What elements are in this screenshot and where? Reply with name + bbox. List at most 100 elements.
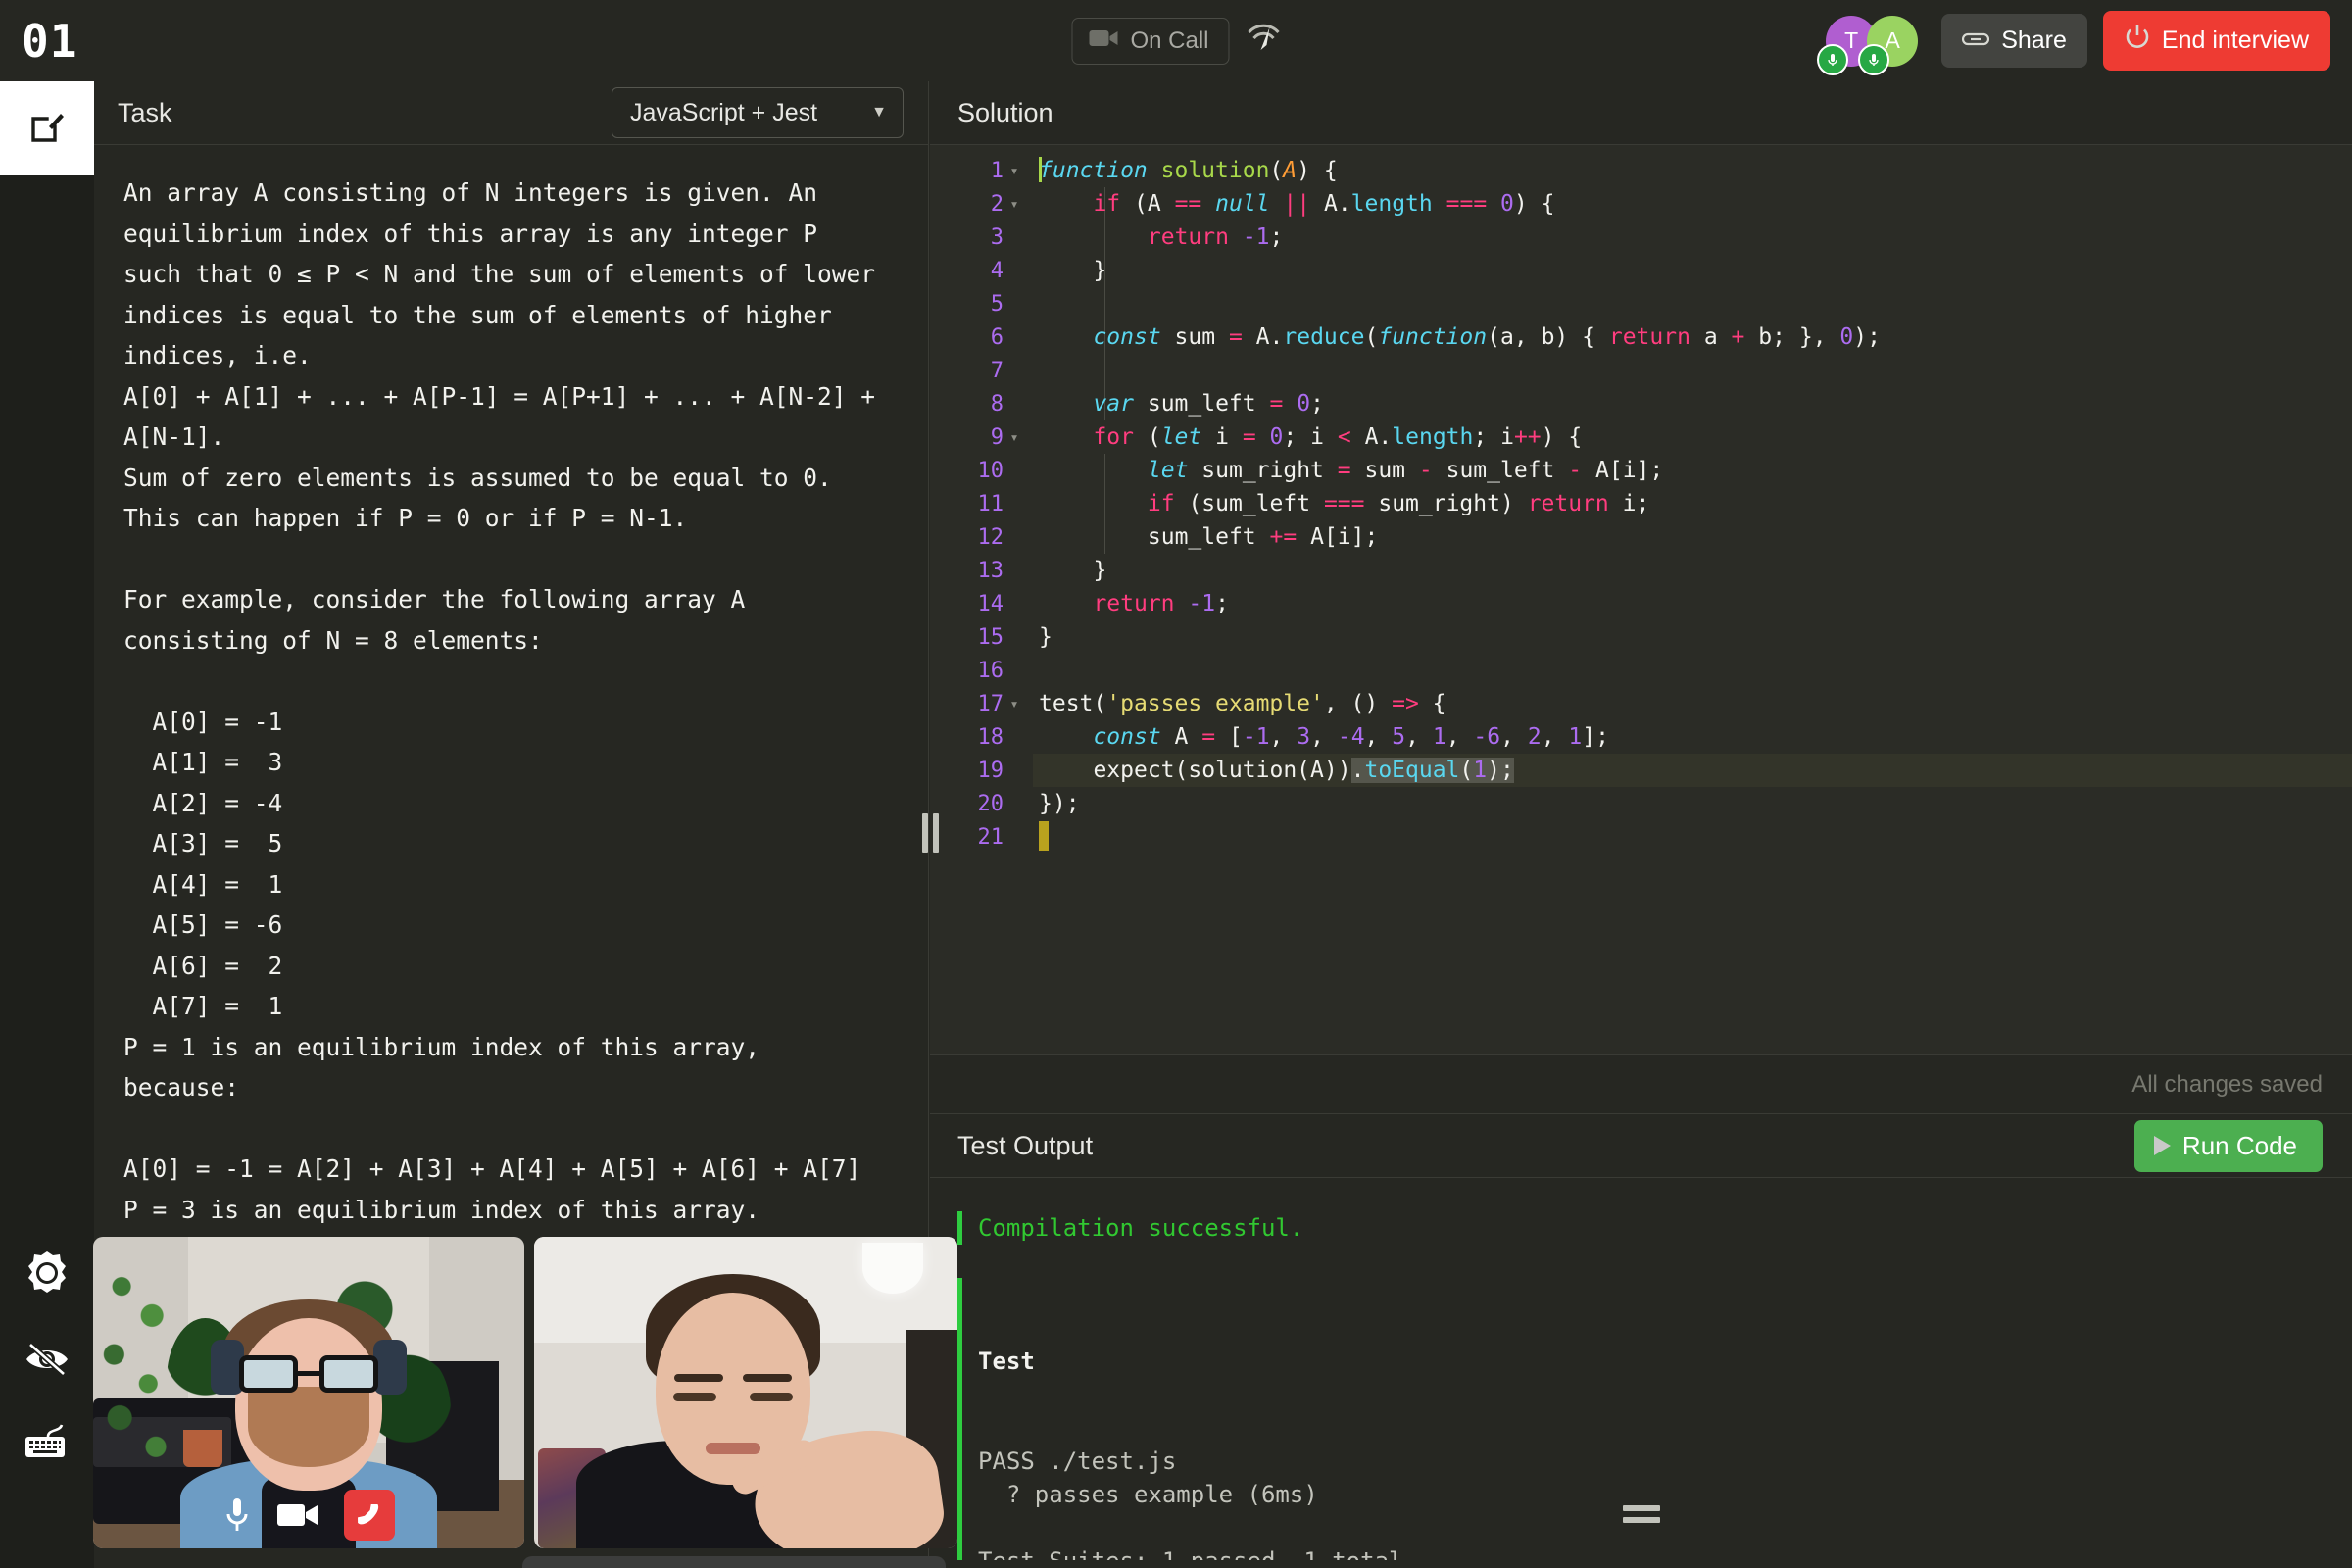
code-line[interactable]: const A = [-1, 3, -4, 5, 1, -6, 2, 1]; <box>1033 720 2352 754</box>
run-code-label: Run Code <box>2181 1130 2297 1160</box>
code-line[interactable]: return -1; <box>1033 587 2352 620</box>
task-line: A[5] = -6 <box>123 910 283 939</box>
network-signal-icon <box>1248 24 1281 58</box>
camera-icon[interactable] <box>277 1501 318 1529</box>
on-call-button[interactable]: On Call <box>1071 17 1230 65</box>
code-line[interactable]: var sum_left = 0; <box>1033 387 2352 420</box>
language-select[interactable]: JavaScript + Jest ▼ <box>612 87 904 138</box>
avatar[interactable]: A <box>1858 15 1919 75</box>
eye-off-icon[interactable] <box>24 1343 70 1376</box>
save-status-bar: All changes saved <box>930 1054 2352 1113</box>
keyboard-icon[interactable] <box>23 1423 72 1460</box>
left-rail <box>0 81 94 1568</box>
task-line: A[3] = 5 <box>123 829 283 858</box>
code-line[interactable]: function solution(A) { <box>1033 154 2352 187</box>
task-title: Task <box>118 97 172 127</box>
code-line[interactable] <box>1033 287 2352 320</box>
end-interview-button[interactable]: End interview <box>2102 11 2330 71</box>
test-output-title: Test Output <box>957 1130 1094 1160</box>
line-number: 1 ▾ <box>930 154 1033 187</box>
avatar-initial: T <box>1844 27 1859 53</box>
line-number-gutter: 1▾2▾ 3▾ 4▾ 5▾ 6▾ 7▾ 8▾ 9▾ 10▾ 11▾ 12▾ 13▾ 14▾ 15▾ 16▾ 1… <box>930 145 1033 1054</box>
video-tiles <box>93 1237 957 1548</box>
line-number: 5▾ <box>990 291 1004 317</box>
code-editor[interactable]: 1▾2▾ 3▾ 4▾ 5▾ 6▾ 7▾ 8▾ 9▾ 10▾ 11▾ 12▾ 13▾ 14▾ 15▾ 16▾ 1… <box>930 145 2352 1054</box>
test-output-body: Compilation successful. Test PASS ./test… <box>930 1178 2352 1560</box>
task-line <box>123 539 899 580</box>
solution-header: Solution <box>930 81 2352 145</box>
task-line: A[2] = -4 <box>123 788 283 817</box>
code-line[interactable]: return -1; <box>1033 220 2352 254</box>
task-header: Task JavaScript + Jest ▼ <box>94 81 928 145</box>
code-line[interactable]: sum_left += A[i]; <box>1033 520 2352 554</box>
code-line[interactable]: } <box>1033 254 2352 287</box>
code-line[interactable]: if (A == null || A.length === 0) { <box>1033 187 2352 220</box>
task-line: P = 3 is an equilibrium index of this ar… <box>123 1195 760 1224</box>
share-button[interactable]: Share <box>1941 14 2087 68</box>
line-number: 9 ▾ <box>930 420 1033 454</box>
code-line[interactable]: for (let i = 0; i < A.length; i++) { <box>1033 420 2352 454</box>
solution-side: Solution 1▾2▾3▾4▾5▾6▾7▾8▾9▾10▾11▾12▾13▾1… <box>930 81 2352 1568</box>
gear-icon[interactable] <box>24 1250 70 1296</box>
sidebar-item-edit-task[interactable] <box>0 81 94 175</box>
interview-app: 01 On Call T A Share End interview Task … <box>0 0 2352 1568</box>
test-result-lines: PASS ./test.js ? passes example (6ms) Te… <box>978 1445 2352 1560</box>
video-controls <box>93 1490 524 1541</box>
hangup-button[interactable] <box>344 1490 395 1541</box>
code-line[interactable]: if (sum_left === sum_right) return i; <box>1033 487 2352 520</box>
task-line: A[1] = 3 <box>123 748 283 776</box>
microphone-icon[interactable] <box>222 1494 252 1536</box>
code-line[interactable]: } <box>1033 554 2352 587</box>
fold-arrow-icon[interactable]: ▾ <box>1004 428 1025 446</box>
task-line: A[N-1]. <box>123 422 225 451</box>
task-line: A[6] = 2 <box>123 951 283 980</box>
power-icon <box>2125 24 2150 58</box>
code-line[interactable]: }); <box>1033 787 2352 820</box>
solution-title: Solution <box>957 97 1054 127</box>
line-number: 10▾ <box>977 458 1004 483</box>
line-number: 21▾ <box>977 824 1004 850</box>
code-line[interactable]: const sum = A.reduce(function(a, b) { re… <box>1033 320 2352 354</box>
code-line[interactable] <box>1033 354 2352 387</box>
test-output-line <box>978 1511 2352 1544</box>
line-number: 16▾ <box>977 658 1004 683</box>
save-status-label: All changes saved <box>2132 1070 2323 1098</box>
code-line[interactable] <box>1033 820 2352 854</box>
on-call-label: On Call <box>1130 26 1209 54</box>
task-line: indices is equal to the sum of elements … <box>123 300 832 329</box>
video-tile-peer[interactable] <box>534 1237 957 1548</box>
task-line: A[4] = 1 <box>123 869 283 899</box>
video-tile-self[interactable] <box>93 1237 524 1548</box>
vertical-resize-handle[interactable] <box>922 813 940 853</box>
code-line[interactable]: test('passes example', () => { <box>1033 687 2352 720</box>
top-bar: 01 On Call T A Share End interview <box>0 0 2352 81</box>
code-line[interactable]: } <box>1033 620 2352 654</box>
call-status-group: On Call <box>1071 17 1281 65</box>
video-feed <box>534 1237 957 1548</box>
fold-arrow-icon[interactable]: ▾ <box>1004 195 1025 213</box>
task-line: A[0] = -1 = A[2] + A[3] + A[4] + A[5] + … <box>123 1154 861 1183</box>
fold-arrow-icon[interactable]: ▾ <box>1004 162 1025 179</box>
task-line: Sum of zero elements is assumed to be eq… <box>123 463 832 492</box>
fold-arrow-icon[interactable]: ▾ <box>1004 695 1025 712</box>
task-line: equilibrium index of this array is any i… <box>123 219 818 248</box>
rail-bottom-actions <box>0 1250 94 1460</box>
code-line[interactable]: expect(solution(A)).toEqual(1); <box>1033 754 2352 787</box>
code-line[interactable]: let sum_right = sum - sum_left - A[i]; <box>1033 454 2352 487</box>
line-number: 11▾ <box>977 491 1004 516</box>
line-number: 13▾ <box>977 558 1004 583</box>
edit-square-icon <box>27 107 67 151</box>
task-line: because: <box>123 1073 240 1102</box>
line-number: 3▾ <box>990 224 1004 250</box>
end-interview-label: End interview <box>2161 26 2309 54</box>
test-output-line: PASS ./test.js <box>978 1447 1177 1475</box>
line-number: 8▾ <box>990 391 1004 416</box>
code-content[interactable]: function solution(A) { if (A == null || … <box>1033 145 2352 1054</box>
line-number: 18▾ <box>977 724 1004 750</box>
run-code-button[interactable]: Run Code <box>2133 1119 2323 1172</box>
task-line: consisting of N = 8 elements: <box>123 625 543 655</box>
camera-icon <box>1089 28 1118 53</box>
video-tile-partial[interactable] <box>522 1556 946 1568</box>
horizontal-resize-handle[interactable] <box>1622 1505 1660 1523</box>
code-line[interactable] <box>1033 654 2352 687</box>
